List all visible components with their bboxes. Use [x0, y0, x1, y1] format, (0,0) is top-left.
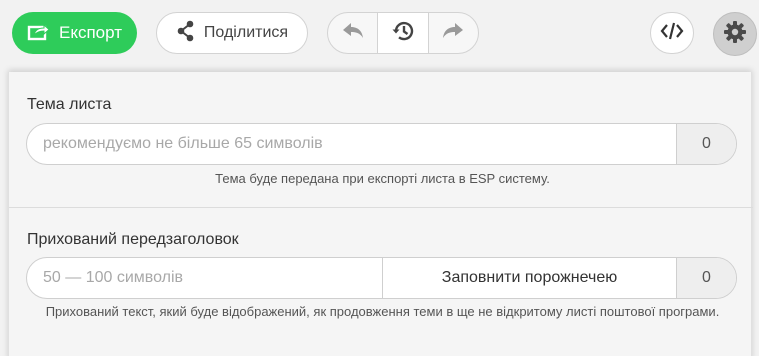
preheader-input[interactable] [27, 258, 382, 298]
history-icon [391, 19, 415, 48]
preheader-hint: Прихований текст, який буде відображений… [45, 304, 720, 319]
subject-label: Тема листа [27, 96, 112, 113]
undo-icon [341, 21, 365, 46]
toolbar: Експорт Поділитися [0, 0, 759, 70]
subject-char-counter: 0 [676, 124, 736, 164]
preheader-label: Прихований передзаголовок [27, 231, 239, 248]
subject-section: Тема листа 0 Тема буде передана при експ… [9, 72, 753, 208]
export-button[interactable]: Експорт [12, 12, 137, 54]
subject-field: 0 [26, 123, 737, 165]
export-icon [27, 21, 51, 46]
history-controls [327, 12, 479, 54]
fill-empty-button[interactable]: Заповнити порожнечею [382, 258, 676, 298]
export-label: Експорт [59, 23, 122, 42]
undo-button[interactable] [328, 13, 377, 53]
preheader-section: Прихований передзаголовок Заповнити поро… [9, 208, 753, 356]
share-label: Поділитися [203, 24, 289, 41]
redo-button[interactable] [429, 13, 478, 53]
history-button[interactable] [377, 13, 429, 53]
preheader-char-counter: 0 [676, 258, 736, 298]
email-settings-panel: Тема листа 0 Тема буде передана при експ… [8, 72, 753, 356]
redo-icon [441, 21, 465, 46]
share-button[interactable]: Поділитися [156, 12, 308, 54]
code-icon [660, 21, 684, 46]
subject-input[interactable] [27, 124, 676, 164]
code-view-button[interactable] [650, 12, 694, 54]
gear-icon [723, 20, 747, 49]
settings-button[interactable] [713, 12, 757, 56]
preheader-field: Заповнити порожнечею 0 [26, 257, 737, 299]
subject-hint: Тема буде передана при експорті листа в … [215, 171, 550, 186]
share-icon [176, 20, 196, 47]
